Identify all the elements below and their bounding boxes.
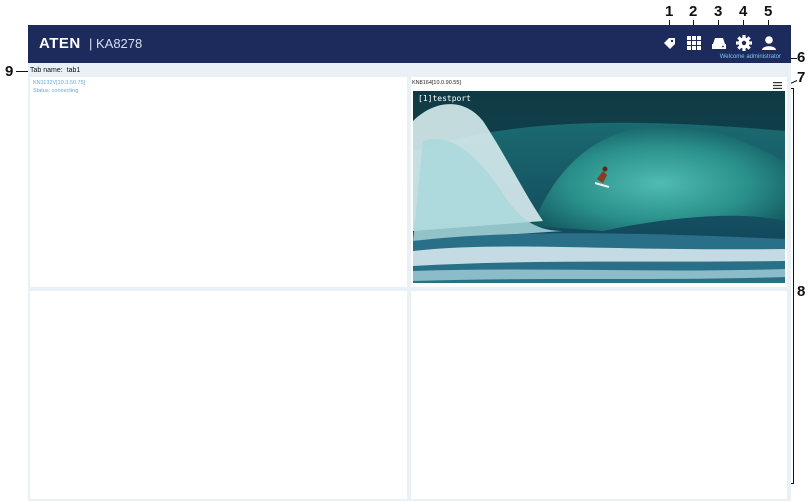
welcome-text: Welcome administrator (719, 54, 781, 60)
kvm-viewer-app: ATEN | KA8278 Welcome administrator Tab … (28, 25, 791, 501)
tag-icon[interactable] (660, 34, 678, 52)
callout-1: 1 (665, 3, 674, 20)
panel-2-title: KN8164[10.0.90.55] (412, 80, 461, 86)
gear-icon[interactable] (735, 34, 753, 52)
hamburger-menu-icon[interactable] (773, 82, 782, 89)
callout-8: 8 (797, 283, 806, 300)
remote-video-feed[interactable]: [1]testport (413, 91, 785, 283)
wave-surfer-image (413, 91, 785, 283)
viewer-panel-3[interactable] (30, 291, 407, 499)
callout-6: 6 (797, 49, 806, 66)
top-header-bar: ATEN | KA8278 Welcome administrator (28, 25, 791, 63)
callout-2: 2 (689, 3, 698, 20)
grid-icon[interactable] (685, 34, 703, 52)
port-label: [1]testport (418, 94, 471, 103)
callout-8-bracket-vertical (793, 88, 794, 484)
user-icon[interactable] (760, 34, 778, 52)
callout-9: 9 (5, 63, 14, 80)
callout-5: 5 (764, 3, 773, 20)
viewer-panel-1[interactable]: KN1132V[10.3.50.75] Status: connecting (30, 77, 407, 287)
tab-name-label: Tab name: (30, 67, 63, 74)
drive-icon[interactable] (710, 34, 728, 52)
tab-name-value[interactable]: tab1 (67, 67, 81, 74)
panel-1-title: KN1132V[10.3.50.75] (33, 80, 86, 86)
aten-logo: ATEN (39, 35, 81, 52)
callout-7: 7 (797, 69, 806, 86)
tab-name-row: Tab name: tab1 (30, 67, 80, 74)
device-model-name: | KA8278 (89, 36, 143, 51)
callout-3: 3 (714, 3, 723, 20)
callout-4: 4 (739, 3, 748, 20)
viewer-panel-2[interactable]: KN8164[10.0.90.55] [1]testport (411, 77, 787, 287)
viewer-panel-4[interactable] (411, 291, 787, 499)
panel-1-status: Status: connecting (33, 88, 79, 94)
